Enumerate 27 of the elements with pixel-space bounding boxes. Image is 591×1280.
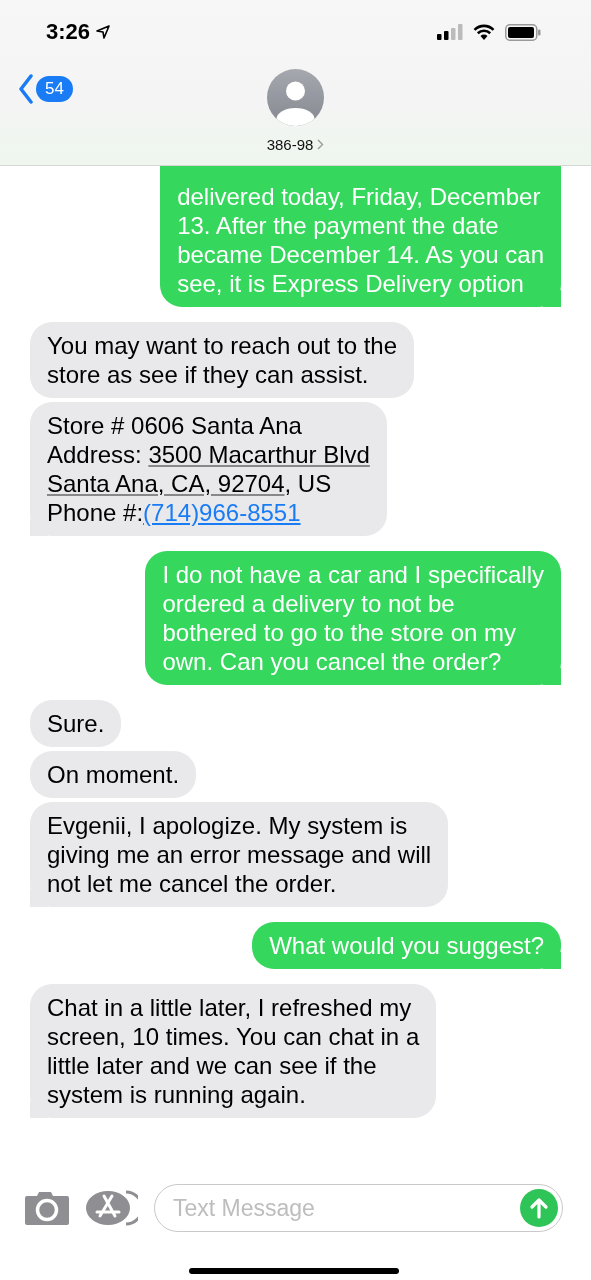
message-input[interactable]: Text Message <box>154 1184 563 1232</box>
up-arrow-icon <box>529 1197 549 1219</box>
received-message-bubble: Store # 0606 Santa Ana Address: 3500 Macarthur Blvd Santa Ana, CA, 92704, US Phone #:(714)966-8551 <box>30 402 387 536</box>
address-link[interactable]: Santa Ana, CA, 92704 <box>47 470 285 497</box>
back-button[interactable]: 54 <box>18 74 73 104</box>
status-time: 3:26 <box>46 19 91 45</box>
camera-icon[interactable] <box>24 1190 70 1226</box>
chevron-right-icon <box>317 139 325 150</box>
unread-count-badge: 54 <box>36 76 73 102</box>
wifi-icon <box>473 24 495 40</box>
send-button[interactable] <box>520 1189 558 1227</box>
app-store-icon[interactable] <box>86 1190 138 1226</box>
received-message-bubble: On moment. <box>30 751 197 798</box>
sent-message-bubble: I do not have a car and I specifically ordered a delivery to not be bothered to go to the store on my own. Can you cancel the order? <box>145 551 561 685</box>
received-message-bubble: Evgenii, I apologize. My system is giving me an error message and will not let me cancel the order. <box>30 802 449 907</box>
received-message-bubble: You may want to reach out to the store as see if they can assist. <box>30 322 414 398</box>
contact-name: 386-98 <box>266 136 314 153</box>
sent-message-bubble: What would you suggest? <box>252 922 561 969</box>
received-message-bubble: Chat in a little later, I refreshed my screen, 10 times. You can chat in a little later and we can see if the system is running again. <box>30 984 437 1118</box>
address-link[interactable]: 3500 Macarthur Blvd <box>148 441 370 468</box>
received-message-bubble: Sure. <box>30 700 122 747</box>
signal-icon <box>437 24 463 40</box>
contact-button[interactable]: 386-98 <box>266 69 325 153</box>
battery-icon <box>505 23 541 41</box>
avatar-icon <box>267 69 324 126</box>
back-chevron-icon <box>18 74 34 104</box>
location-arrow-icon <box>96 25 111 39</box>
